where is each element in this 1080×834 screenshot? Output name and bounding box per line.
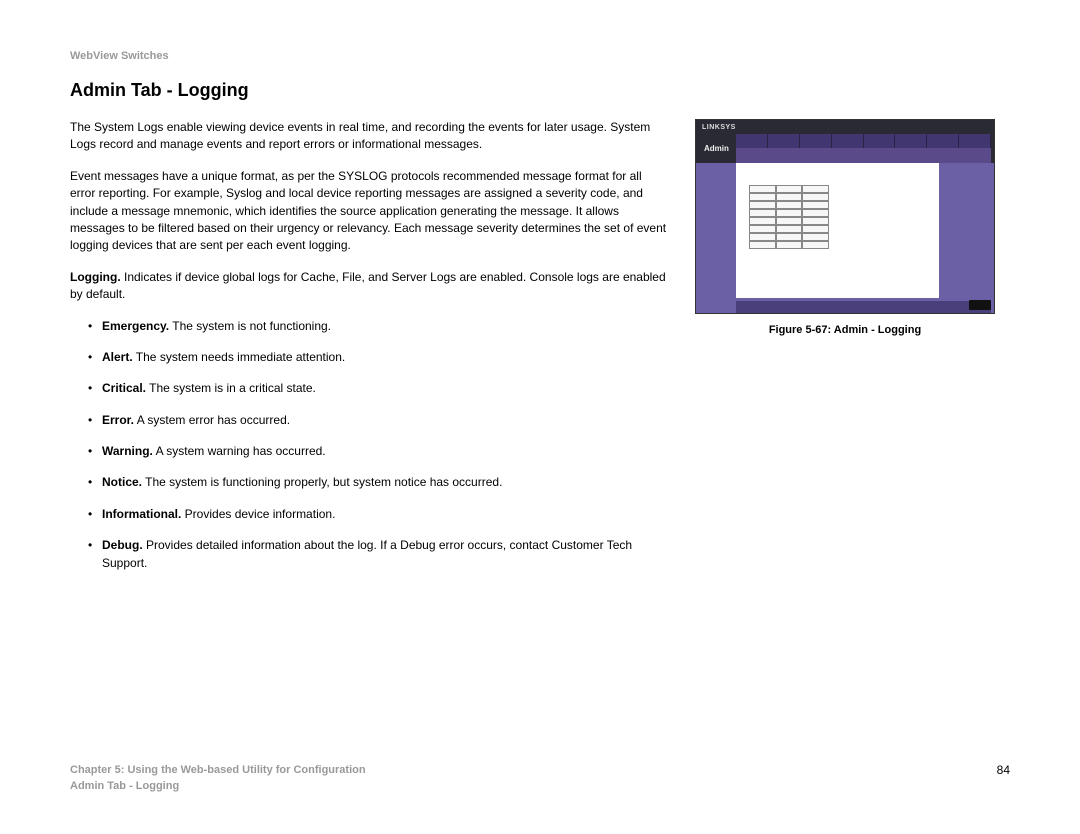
desc: Provides device information. bbox=[181, 507, 335, 521]
ss-header: LINKSYS Admin bbox=[696, 120, 994, 163]
cisco-logo-icon bbox=[969, 300, 991, 310]
ss-footer bbox=[736, 301, 991, 313]
desc: The system is not functioning. bbox=[169, 319, 331, 333]
desc: A system error has occurred. bbox=[134, 413, 290, 427]
desc: Provides detailed information about the … bbox=[102, 538, 632, 569]
term: Warning. bbox=[102, 444, 153, 458]
footer-section: Admin Tab - Logging bbox=[70, 779, 366, 794]
brand-label: LINKSYS bbox=[702, 124, 736, 131]
page-title: Admin Tab - Logging bbox=[70, 80, 1010, 101]
footer-chapter: Chapter 5: Using the Web-based Utility f… bbox=[70, 763, 366, 778]
header-product: WebView Switches bbox=[70, 50, 1010, 62]
list-item: Error. A system error has occurred. bbox=[88, 412, 670, 429]
content-area: The System Logs enable viewing device ev… bbox=[70, 119, 1010, 586]
logging-term: Logging. bbox=[70, 270, 121, 284]
text-column: The System Logs enable viewing device ev… bbox=[70, 119, 670, 586]
ss-body bbox=[736, 163, 939, 298]
figure-column: LINKSYS Admin bbox=[690, 119, 1000, 586]
term: Critical. bbox=[102, 381, 146, 395]
list-item: Critical. The system is in a critical st… bbox=[88, 380, 670, 397]
term: Error. bbox=[102, 413, 134, 427]
ss-tabs bbox=[736, 134, 991, 163]
severity-list: Emergency. The system is not functioning… bbox=[70, 318, 670, 573]
ss-table bbox=[749, 185, 829, 249]
paragraph-logging: Logging. Indicates if device global logs… bbox=[70, 269, 670, 304]
screenshot-admin-logging: LINKSYS Admin bbox=[695, 119, 995, 314]
desc: The system is in a critical state. bbox=[146, 381, 316, 395]
ss-tabbar bbox=[736, 134, 991, 148]
figure-caption: Figure 5-67: Admin - Logging bbox=[690, 324, 1000, 336]
list-item: Notice. The system is functioning proper… bbox=[88, 474, 670, 491]
list-item: Debug. Provides detailed information abo… bbox=[88, 537, 670, 572]
desc: The system needs immediate attention. bbox=[133, 350, 346, 364]
page-footer: Chapter 5: Using the Web-based Utility f… bbox=[70, 763, 1010, 794]
admin-label: Admin bbox=[704, 144, 729, 153]
page-number: 84 bbox=[997, 763, 1010, 777]
desc: A system warning has occurred. bbox=[153, 444, 326, 458]
list-item: Emergency. The system is not functioning… bbox=[88, 318, 670, 335]
term: Emergency. bbox=[102, 319, 169, 333]
desc: The system is functioning properly, but … bbox=[142, 475, 502, 489]
footer-left: Chapter 5: Using the Web-based Utility f… bbox=[70, 763, 366, 794]
paragraph-intro: The System Logs enable viewing device ev… bbox=[70, 119, 670, 154]
paragraph-event: Event messages have a unique format, as … bbox=[70, 168, 670, 255]
term: Informational. bbox=[102, 507, 181, 521]
list-item: Alert. The system needs immediate attent… bbox=[88, 349, 670, 366]
list-item: Warning. A system warning has occurred. bbox=[88, 443, 670, 460]
logging-desc: Indicates if device global logs for Cach… bbox=[70, 270, 666, 301]
term: Notice. bbox=[102, 475, 142, 489]
term: Debug. bbox=[102, 538, 143, 552]
list-item: Informational. Provides device informati… bbox=[88, 506, 670, 523]
term: Alert. bbox=[102, 350, 133, 364]
